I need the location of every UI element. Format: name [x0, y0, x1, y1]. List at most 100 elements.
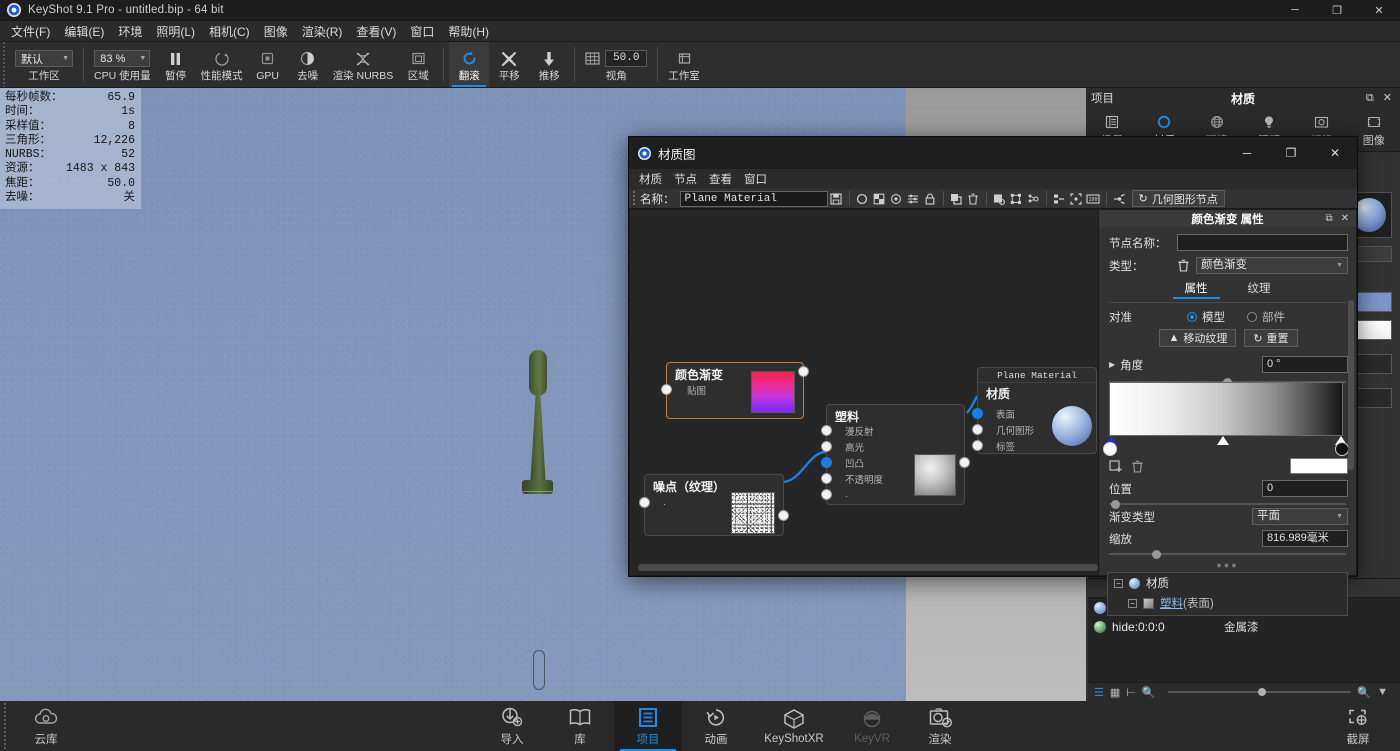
layout-nodes-icon[interactable] — [1008, 190, 1025, 207]
align-option-part[interactable]: 部件 — [1247, 309, 1285, 325]
toolbar-dolly[interactable]: 推移 — [529, 42, 569, 87]
gradient-stops[interactable] — [1103, 436, 1349, 456]
add-texture-node-icon[interactable] — [871, 190, 888, 207]
toolbar-denoise[interactable]: 去噪 — [288, 42, 328, 87]
toolbar-drag-handle[interactable] — [0, 42, 7, 87]
bottom-render[interactable]: 渲染 — [906, 701, 974, 751]
zoom-100-icon[interactable]: 100 — [1085, 190, 1102, 207]
add-utility-node-icon[interactable] — [905, 190, 922, 207]
toothbrush-model[interactable] — [516, 350, 553, 701]
copy-icon[interactable] — [948, 190, 965, 207]
collapse-nodes-icon[interactable] — [1025, 190, 1042, 207]
node-name-input[interactable] — [1177, 234, 1348, 251]
input-port-bump[interactable] — [821, 457, 832, 468]
node-noise-texture[interactable]: 噪点（纹理） · — [639, 474, 789, 536]
node-type-select[interactable]: 颜色渐变 ▼ — [1196, 257, 1348, 274]
input-port-extra[interactable] — [821, 489, 832, 500]
add-animation-node-icon[interactable] — [888, 190, 905, 207]
thumbnail-size-slider[interactable] — [1167, 685, 1352, 699]
gradient-stop-knob-end[interactable] — [1335, 442, 1349, 456]
input-port[interactable] — [661, 384, 672, 395]
output-port[interactable] — [959, 457, 970, 468]
geometry-node-button[interactable]: ↻ 几何图形节点 — [1131, 190, 1225, 207]
list-view-icon[interactable]: ☰ — [1094, 686, 1104, 699]
mg-menu-node[interactable]: 节点 — [668, 169, 703, 189]
properties-vertical-scrollbar[interactable] — [1348, 300, 1354, 470]
prop-tab-properties[interactable]: 属性 — [1172, 279, 1220, 299]
mg-menu-view[interactable]: 查看 — [703, 169, 738, 189]
position-input[interactable]: 0 — [1262, 480, 1348, 497]
canvas-horizontal-scrollbar[interactable] — [638, 564, 1098, 571]
node-plane-material[interactable]: Plane Material 材质 表面 几何图形 标签 — [972, 367, 1097, 454]
toolbar-pan[interactable]: 平移 — [489, 42, 529, 87]
toolbar-studio[interactable]: 工作室 — [663, 42, 705, 87]
bottom-toolbar-drag-handle[interactable] — [1, 703, 8, 749]
mg-minimize-button[interactable]: ─ — [1225, 137, 1269, 169]
menu-edit[interactable]: 编辑(E) — [57, 21, 111, 42]
cpu-usage-combo[interactable]: 83 % ▼ — [94, 50, 151, 68]
toolbar-pause[interactable]: 暂停 — [156, 42, 196, 87]
input-port-surface[interactable] — [972, 408, 983, 419]
menu-image[interactable]: 图像 — [257, 21, 295, 42]
input-port-specular[interactable] — [821, 441, 832, 452]
gradient-stop-knob-start[interactable] — [1103, 442, 1117, 456]
panel-resize-handle[interactable]: ●●● — [1099, 560, 1356, 570]
fov-value[interactable]: 50.0 — [605, 50, 648, 68]
mg-toolbar-drag-handle[interactable] — [631, 190, 637, 207]
toolbar-gpu[interactable]: GPU — [248, 42, 288, 87]
menu-camera[interactable]: 相机(C) — [202, 21, 257, 42]
delete-icon[interactable] — [965, 190, 982, 207]
zoom-out-icon[interactable]: 🔍 — [1142, 686, 1156, 699]
gradient-stop-marker-mid[interactable] — [1217, 436, 1229, 445]
add-material-node-icon[interactable] — [854, 190, 871, 207]
undock-icon[interactable]: ⧉ — [1366, 92, 1374, 104]
menu-view[interactable]: 查看(V) — [349, 21, 403, 42]
mg-maximize-button[interactable]: ❐ — [1269, 137, 1313, 169]
tree-row-material[interactable]: − 材质 — [1108, 573, 1347, 593]
input-port-opacity[interactable] — [821, 473, 832, 484]
gradient-editor-bar[interactable] — [1109, 382, 1343, 436]
toolbar-region[interactable]: 区域 — [398, 42, 438, 87]
bottom-screenshot[interactable]: 截屏 — [1324, 701, 1392, 751]
menu-help[interactable]: 帮助(H) — [441, 21, 496, 42]
input-port-diffuse[interactable] — [821, 425, 832, 436]
gradient-type-select[interactable]: 平面 ▼ — [1252, 508, 1348, 525]
material-tree[interactable]: − 材质 − 塑料 (表面) — [1107, 572, 1348, 616]
add-stop-icon[interactable] — [1109, 459, 1123, 473]
toggle-preview-icon[interactable] — [991, 190, 1008, 207]
save-icon[interactable] — [828, 190, 845, 207]
remove-stop-icon[interactable] — [1131, 460, 1144, 473]
bottom-project[interactable]: 项目 — [614, 701, 682, 751]
table-row[interactable]: hide:0:0:0 金属漆 — [1088, 617, 1400, 636]
close-icon[interactable]: ✕ — [1383, 92, 1392, 104]
mg-menu-material[interactable]: 材质 — [633, 169, 668, 189]
align-nodes-icon[interactable] — [1051, 190, 1068, 207]
mg-close-button[interactable]: ✕ — [1313, 137, 1357, 169]
tree-row-node[interactable]: − 塑料 (表面) — [1108, 593, 1347, 613]
stop-color-swatch[interactable] — [1290, 458, 1348, 474]
toolbar-fov[interactable]: 50.0 视角 — [580, 42, 652, 87]
zoom-in-icon[interactable]: 🔍 — [1357, 686, 1371, 699]
radio-part[interactable] — [1247, 312, 1257, 322]
input-port[interactable] — [639, 497, 650, 508]
minimize-button[interactable]: ─ — [1274, 0, 1316, 21]
menu-render[interactable]: 渲染(R) — [295, 21, 350, 42]
menu-window[interactable]: 窗口 — [403, 21, 441, 42]
scale-slider[interactable] — [1109, 548, 1346, 560]
connections-icon[interactable] — [1111, 190, 1128, 207]
bottom-cloud-library[interactable]: 云库 — [12, 701, 80, 751]
material-graph-title-bar[interactable]: 材质图 ─ ❐ ✕ — [629, 137, 1357, 169]
filter-icon[interactable]: ▼ — [1377, 686, 1388, 698]
add-label-node-icon[interactable] — [922, 190, 939, 207]
align-option-model[interactable]: 模型 — [1187, 309, 1225, 325]
toolbar-workspace[interactable]: 默认 ▼ 工作区 — [10, 42, 78, 87]
properties-undock-icon[interactable]: ⧉ — [1325, 213, 1332, 224]
collapse-icon[interactable]: − — [1128, 598, 1137, 608]
maximize-button[interactable]: ❐ — [1316, 0, 1358, 21]
node-color-gradient[interactable]: 颜色渐变 贴图 — [661, 362, 809, 419]
menu-lighting[interactable]: 照明(L) — [149, 21, 202, 42]
material-name-input[interactable]: Plane Material — [679, 190, 828, 207]
toolbar-cpu-usage[interactable]: 83 % ▼ CPU 使用量 — [89, 42, 156, 87]
output-port[interactable] — [798, 366, 809, 377]
menu-environment[interactable]: 环境 — [111, 21, 149, 42]
